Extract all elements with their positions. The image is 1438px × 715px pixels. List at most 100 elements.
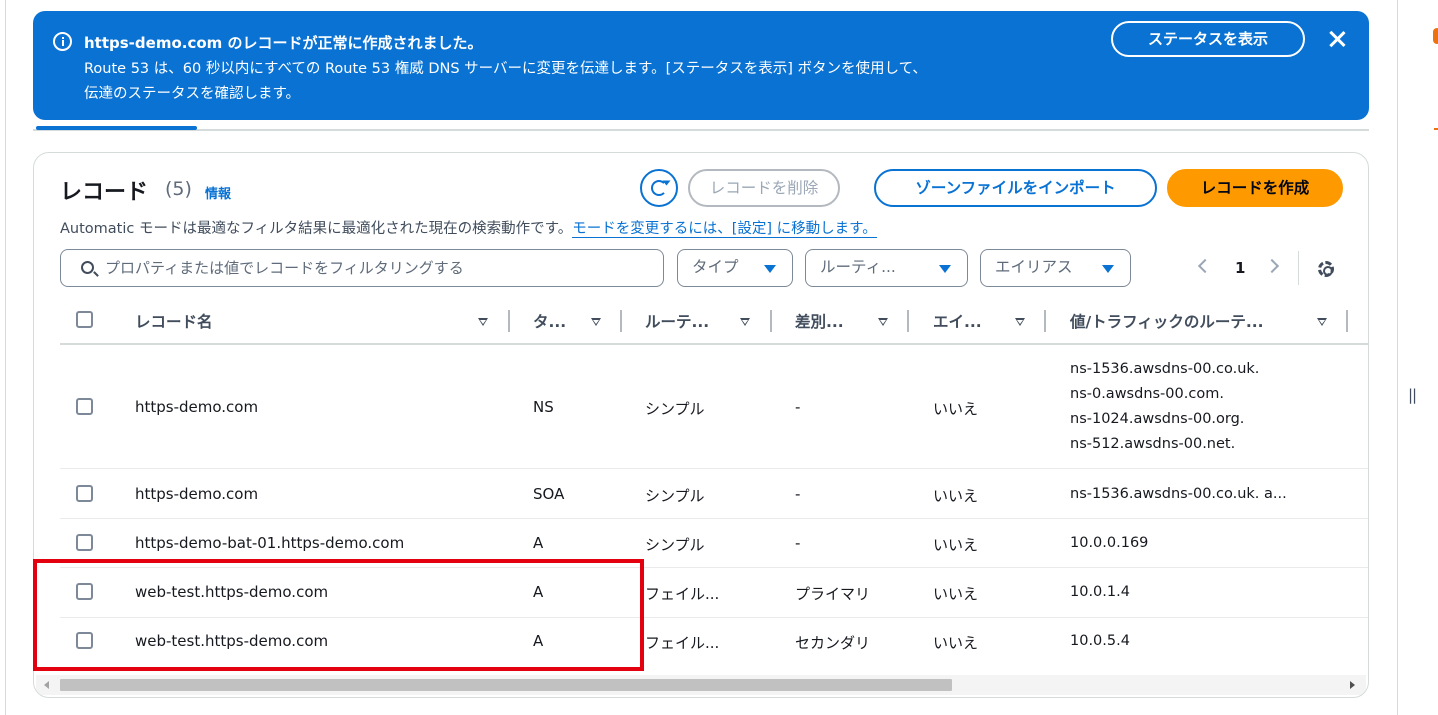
routing-filter-label: ルーティ... (820, 258, 896, 276)
gear-icon[interactable] (1318, 261, 1334, 277)
differentiator-cell: - (795, 534, 801, 552)
alias-cell: いいえ (933, 400, 979, 418)
routing-policy-cell: シンプル (645, 400, 705, 418)
caret-down-icon (764, 265, 776, 273)
alias-cell: いいえ (933, 536, 979, 554)
type-filter-label: タイプ (692, 258, 739, 276)
row-divider (60, 468, 1368, 469)
select-all-checkbox[interactable] (76, 311, 93, 328)
row-checkbox[interactable] (76, 398, 93, 415)
create-record-button[interactable]: レコードを作成 (1167, 169, 1343, 207)
flash-title: https-demo.com のレコードが正常に作成されました。 (84, 34, 483, 52)
delete-record-button[interactable]: レコードを削除 (688, 169, 840, 207)
left-panel-edge (0, 0, 6, 715)
search-mode-text: Automatic モードは最適なフィルタ結果に最適化された現在の検索動作です。 (60, 221, 573, 237)
routing-policy-cell: フェイル... (645, 585, 720, 603)
info-link[interactable]: 情報 (205, 183, 231, 202)
column-header-value[interactable]: 値/トラフィックのルーテ... (1070, 310, 1264, 332)
success-flash-banner: https-demo.com のレコードが正常に作成されました。 Route 5… (33, 11, 1369, 120)
routing-policy-cell: シンプル (645, 487, 705, 505)
value-cell-line: ns-1536.awsdns-00.co.uk. (1070, 361, 1260, 377)
column-resizer[interactable] (1044, 310, 1046, 332)
value-cell-line: ns-1024.awsdns-00.org. (1070, 411, 1245, 427)
record-type-cell: NS (533, 398, 554, 416)
header-divider (60, 343, 1368, 345)
value-cell-line: ns-512.awsdns-00.net. (1070, 436, 1236, 452)
differentiator-cell: セカンダリ (795, 634, 871, 652)
sort-icon[interactable] (878, 318, 888, 326)
value-cell-line: 10.0.0.169 (1070, 535, 1149, 551)
split-panel-divider[interactable] (1397, 0, 1398, 715)
column-resizer[interactable] (770, 310, 772, 332)
records-title: レコード (60, 180, 149, 205)
info-icon (53, 32, 72, 51)
differentiator-cell: - (795, 398, 801, 416)
column-header-type[interactable]: タ... (533, 310, 566, 332)
refresh-icon (651, 180, 667, 196)
search-input[interactable] (105, 250, 645, 285)
value-cell-line: 10.0.1.4 (1070, 584, 1130, 600)
search-icon (81, 261, 94, 274)
record-name-cell: https-demo.com (135, 398, 259, 416)
record-name-cell: https-demo-bat-01.https-demo.com (135, 534, 405, 552)
import-zone-file-button[interactable]: ゾーンファイルをインポート (874, 169, 1157, 207)
view-status-button[interactable]: ステータスを表示 (1111, 21, 1305, 57)
value-cell-line: 10.0.5.4 (1070, 633, 1130, 649)
alias-cell: いいえ (933, 585, 979, 603)
page-number[interactable]: 1 (1235, 259, 1245, 277)
cut-off-indicator (1433, 28, 1438, 44)
scroll-right-arrow-icon[interactable] (1350, 681, 1355, 689)
column-header-record-name[interactable]: レコード名 (135, 310, 213, 332)
column-resizer[interactable] (508, 310, 510, 332)
highlight-annotation-box (33, 559, 644, 671)
row-divider (60, 518, 1368, 519)
routing-filter-dropdown[interactable]: ルーティ... (805, 249, 968, 287)
flash-message-line-2: 伝達のステータスを確認します。 (84, 86, 301, 102)
settings-link[interactable]: モードを変更するには、[設定] に移動します。 (572, 221, 877, 238)
column-header-differentiator[interactable]: 差別... (795, 310, 844, 332)
chevron-right-icon[interactable] (1264, 258, 1280, 274)
caret-down-icon (1102, 265, 1114, 273)
column-resizer[interactable] (1346, 310, 1348, 332)
sort-icon[interactable] (591, 318, 601, 326)
split-panel-handle-icon[interactable]: || (1408, 386, 1417, 404)
sort-icon[interactable] (740, 318, 750, 326)
record-filter-search[interactable] (60, 249, 664, 287)
sort-icon[interactable] (1015, 318, 1025, 326)
alias-cell: いいえ (933, 487, 979, 505)
flash-message-line-1: Route 53 は、60 秒以内にすべての Route 53 権威 DNS サ… (84, 61, 927, 77)
alias-cell: いいえ (933, 634, 979, 652)
refresh-button[interactable] (640, 169, 678, 207)
caret-down-icon (939, 265, 951, 273)
column-header-routing[interactable]: ルーテ... (645, 310, 709, 332)
sort-icon[interactable] (1317, 318, 1327, 326)
type-filter-dropdown[interactable]: タイプ (677, 249, 793, 287)
cut-off-indicator-line (1434, 128, 1438, 130)
scroll-left-arrow-icon[interactable] (44, 681, 49, 689)
record-type-cell: A (533, 534, 544, 552)
sort-icon[interactable] (478, 318, 488, 326)
search-mode-description: Automatic モードは最適なフィルタ結果に最適化された現在の検索動作です。… (60, 217, 877, 238)
row-checkbox[interactable] (76, 534, 93, 551)
column-header-alias[interactable]: エイ... (933, 310, 982, 332)
row-checkbox[interactable] (76, 485, 93, 502)
close-icon[interactable] (1323, 25, 1351, 53)
column-resizer[interactable] (620, 310, 622, 332)
flash-progress-indicator (36, 126, 197, 130)
alias-filter-dropdown[interactable]: エイリアス (980, 249, 1131, 287)
value-cell-line: ns-1536.awsdns-00.co.uk. a... (1070, 486, 1287, 502)
scrollbar-thumb[interactable] (60, 679, 952, 691)
chevron-left-icon[interactable] (1197, 258, 1213, 274)
flash-progress-track (33, 129, 1369, 131)
record-type-cell: SOA (533, 485, 565, 503)
routing-policy-cell: シンプル (645, 536, 705, 554)
record-name-cell: https-demo.com (135, 485, 259, 503)
alias-filter-label: エイリアス (995, 258, 1073, 276)
pager-divider (1298, 251, 1299, 285)
records-count: (5) (165, 178, 192, 200)
value-cell-line: ns-0.awsdns-00.com. (1070, 386, 1224, 402)
differentiator-cell: - (795, 485, 801, 503)
column-resizer[interactable] (907, 310, 909, 332)
differentiator-cell: プライマリ (795, 585, 871, 603)
routing-policy-cell: フェイル... (645, 634, 720, 652)
